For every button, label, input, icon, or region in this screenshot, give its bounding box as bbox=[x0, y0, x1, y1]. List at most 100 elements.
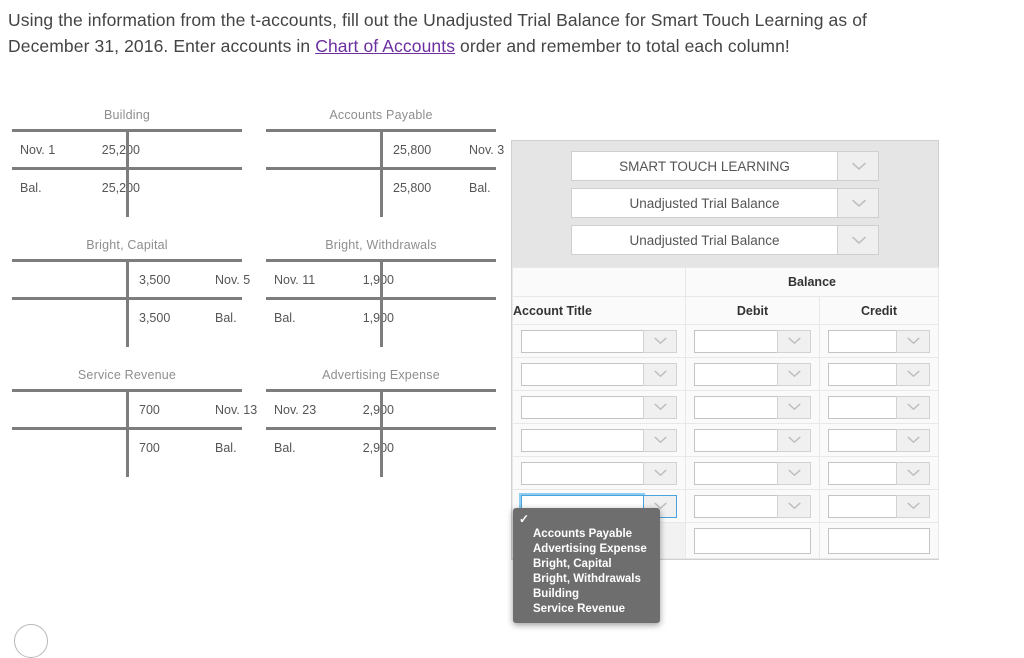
totals-credit-input[interactable] bbox=[828, 527, 931, 554]
cell-account-title[interactable] bbox=[512, 324, 686, 358]
debit-combo-5[interactable] bbox=[694, 494, 811, 518]
debit-input[interactable] bbox=[694, 395, 777, 419]
debit-caret[interactable] bbox=[777, 494, 811, 518]
debit-combo-4[interactable] bbox=[694, 461, 811, 485]
dropdown-option-1[interactable]: Advertising Expense bbox=[513, 542, 660, 557]
account-title-input[interactable] bbox=[521, 428, 643, 452]
worksheet-header-select-1[interactable]: Unadjusted Trial Balance bbox=[571, 188, 879, 218]
account-title-input[interactable] bbox=[521, 329, 643, 353]
credit-caret[interactable] bbox=[896, 461, 931, 485]
debit-combo-3[interactable] bbox=[694, 428, 811, 452]
account-title-caret[interactable] bbox=[643, 329, 677, 353]
t-account-credit-side bbox=[381, 300, 496, 335]
t-account-credit-side: 25,800 Bal. bbox=[381, 170, 496, 205]
credit-combo-4[interactable] bbox=[828, 461, 931, 485]
t-account-body: 3,500 Nov. 5 3,500 Bal. bbox=[12, 259, 250, 347]
worksheet-header-select-caret[interactable] bbox=[837, 151, 879, 181]
account-title-caret[interactable] bbox=[643, 395, 677, 419]
totals-debit-cell[interactable] bbox=[685, 522, 820, 559]
credit-input[interactable] bbox=[828, 329, 897, 353]
cell-debit[interactable] bbox=[685, 489, 820, 523]
credit-input[interactable] bbox=[828, 428, 897, 452]
account-title-combo-4[interactable] bbox=[521, 461, 677, 485]
t-account-title: Accounts Payable bbox=[329, 108, 433, 122]
credit-input[interactable] bbox=[828, 395, 897, 419]
cell-credit[interactable] bbox=[818, 357, 940, 391]
t-account-credit-side: 700 Nov. 13 bbox=[127, 392, 257, 427]
debit-combo-1[interactable] bbox=[694, 362, 811, 386]
worksheet-header-select-caret[interactable] bbox=[837, 188, 879, 218]
cell-account-title[interactable] bbox=[512, 390, 686, 424]
cell-debit[interactable] bbox=[685, 357, 820, 391]
cell-account-title[interactable] bbox=[512, 456, 686, 490]
debit-input[interactable] bbox=[694, 461, 777, 485]
prompt-text-part2: order and remember to total each column! bbox=[455, 35, 790, 56]
dropdown-option-0[interactable]: Accounts Payable bbox=[513, 527, 660, 542]
credit-input[interactable] bbox=[828, 362, 897, 386]
t-account-debit-side: Nov. 1 25,200 bbox=[12, 132, 140, 167]
debit-caret[interactable] bbox=[777, 362, 811, 386]
cell-debit[interactable] bbox=[685, 423, 820, 457]
debit-input[interactable] bbox=[694, 494, 777, 518]
credit-combo-5[interactable] bbox=[828, 494, 931, 518]
debit-input[interactable] bbox=[694, 428, 777, 452]
account-title-caret[interactable] bbox=[643, 461, 677, 485]
t-account: Accounts Payable 25,800 Nov. 3 25,800 Bal. bbox=[266, 108, 504, 217]
cell-debit[interactable] bbox=[685, 456, 820, 490]
totals-debit-input[interactable] bbox=[694, 527, 811, 554]
account-title-combo-0[interactable] bbox=[521, 329, 677, 353]
credit-combo-3[interactable] bbox=[828, 428, 931, 452]
cell-debit[interactable] bbox=[685, 324, 820, 358]
chevron-down-icon bbox=[906, 370, 920, 378]
cell-debit[interactable] bbox=[685, 390, 820, 424]
account-title-input[interactable] bbox=[521, 362, 643, 386]
credit-combo-1[interactable] bbox=[828, 362, 931, 386]
cell-credit[interactable] bbox=[818, 489, 940, 523]
cell-credit[interactable] bbox=[818, 423, 940, 457]
debit-caret[interactable] bbox=[777, 461, 811, 485]
chevron-down-icon bbox=[906, 436, 920, 444]
worksheet-header-select-value: Unadjusted Trial Balance bbox=[571, 225, 837, 255]
cell-credit[interactable] bbox=[818, 390, 940, 424]
dropdown-option-blank[interactable]: ✓ bbox=[513, 512, 660, 527]
chart-of-accounts-link[interactable]: Chart of Accounts bbox=[315, 36, 455, 56]
credit-caret[interactable] bbox=[896, 395, 931, 419]
totals-credit-cell[interactable] bbox=[818, 522, 940, 559]
debit-input[interactable] bbox=[694, 329, 777, 353]
cell-account-title[interactable] bbox=[512, 423, 686, 457]
dropdown-option-2[interactable]: Bright, Capital bbox=[513, 557, 660, 572]
account-title-caret[interactable] bbox=[643, 362, 677, 386]
worksheet-header-select-caret[interactable] bbox=[837, 225, 879, 255]
credit-combo-0[interactable] bbox=[828, 329, 931, 353]
account-title-caret[interactable] bbox=[643, 428, 677, 452]
debit-caret[interactable] bbox=[777, 329, 811, 353]
debit-combo-0[interactable] bbox=[694, 329, 811, 353]
cell-credit[interactable] bbox=[818, 324, 940, 358]
worksheet-header-select-2[interactable]: Unadjusted Trial Balance bbox=[571, 225, 879, 255]
dropdown-option-4[interactable]: Building bbox=[513, 587, 660, 602]
account-title-input[interactable] bbox=[521, 461, 643, 485]
debit-input[interactable] bbox=[694, 362, 777, 386]
t-entry-amount: 3,500 bbox=[139, 310, 171, 325]
credit-input[interactable] bbox=[828, 461, 897, 485]
account-title-dropdown-menu[interactable]: ✓ Accounts Payable Advertising Expense Bri… bbox=[513, 508, 660, 623]
dropdown-option-3[interactable]: Bright, Withdrawals bbox=[513, 572, 660, 587]
worksheet-header-select-0[interactable]: SMART TOUCH LEARNING bbox=[571, 151, 879, 181]
account-title-combo-2[interactable] bbox=[521, 395, 677, 419]
credit-caret[interactable] bbox=[896, 428, 931, 452]
t-account-body: Nov. 11 1,900 Bal. 1,900 bbox=[266, 259, 496, 347]
debit-combo-2[interactable] bbox=[694, 395, 811, 419]
account-title-combo-1[interactable] bbox=[521, 362, 677, 386]
credit-caret[interactable] bbox=[896, 329, 931, 353]
credit-caret[interactable] bbox=[896, 494, 931, 518]
debit-caret[interactable] bbox=[777, 428, 811, 452]
dropdown-option-5[interactable]: Service Revenue bbox=[513, 602, 660, 617]
debit-caret[interactable] bbox=[777, 395, 811, 419]
cell-credit[interactable] bbox=[818, 456, 940, 490]
credit-input[interactable] bbox=[828, 494, 897, 518]
cell-account-title[interactable] bbox=[512, 357, 686, 391]
credit-combo-2[interactable] bbox=[828, 395, 931, 419]
credit-caret[interactable] bbox=[896, 362, 931, 386]
account-title-input[interactable] bbox=[521, 395, 643, 419]
account-title-combo-3[interactable] bbox=[521, 428, 677, 452]
